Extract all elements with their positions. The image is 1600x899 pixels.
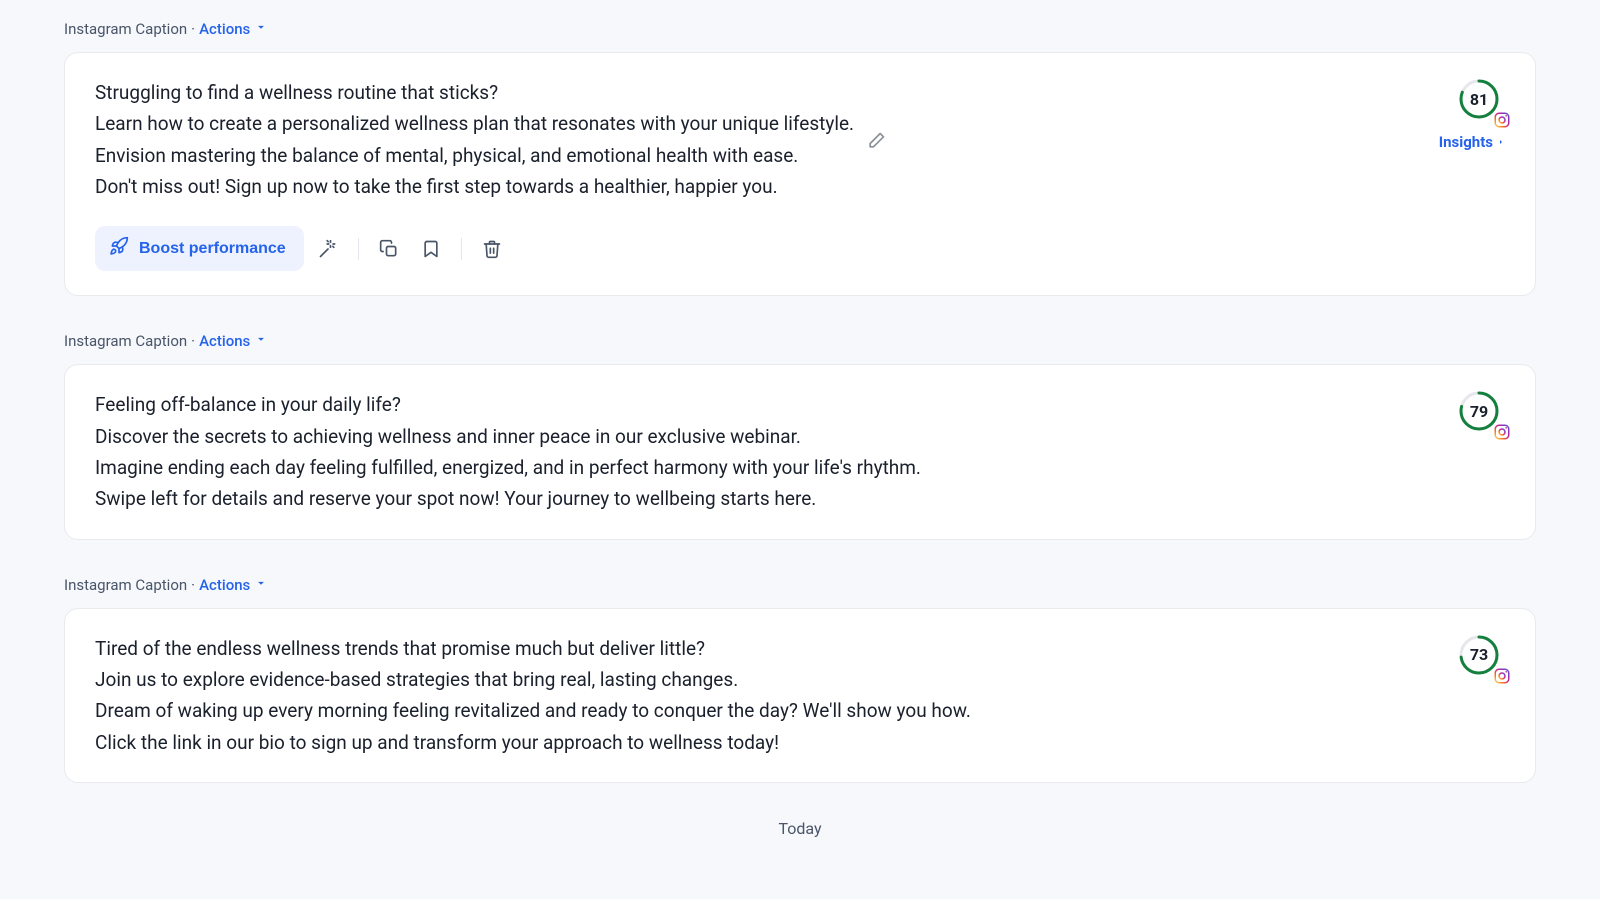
rocket-icon bbox=[109, 236, 129, 261]
caption-type-label: Instagram Caption bbox=[64, 576, 187, 594]
caption-line: Click the link in our bio to sign up and… bbox=[95, 727, 971, 758]
caption-text: Struggling to find a wellness routine th… bbox=[95, 77, 854, 202]
score-area: 79 bbox=[1457, 389, 1505, 437]
wand-icon[interactable] bbox=[310, 231, 346, 267]
caption-text: Feeling off-balance in your daily life?D… bbox=[95, 389, 921, 514]
caption-block: Instagram Caption · Actions Feeling off-b… bbox=[64, 332, 1536, 539]
separator-dot: · bbox=[191, 332, 195, 350]
caption-text: Tired of the endless wellness trends tha… bbox=[95, 633, 971, 758]
score-ring: 79 bbox=[1457, 389, 1505, 437]
caption-card: Tired of the endless wellness trends tha… bbox=[64, 608, 1536, 783]
separator-dot: · bbox=[191, 20, 195, 38]
edit-icon[interactable] bbox=[866, 129, 886, 160]
caption-line: Envision mastering the balance of mental… bbox=[95, 140, 854, 171]
caption-type-label: Instagram Caption bbox=[64, 332, 187, 350]
caption-line: Struggling to find a wellness routine th… bbox=[95, 77, 854, 108]
actions-label: Actions bbox=[199, 576, 250, 594]
caption-line: Swipe left for details and reserve your … bbox=[95, 483, 921, 514]
actions-dropdown[interactable]: Actions bbox=[199, 20, 268, 38]
caption-line: Feeling off-balance in your daily life? bbox=[95, 389, 921, 420]
copy-icon[interactable] bbox=[371, 231, 407, 267]
score-ring: 81 bbox=[1457, 77, 1505, 125]
caption-header: Instagram Caption · Actions bbox=[64, 20, 1536, 38]
caption-header: Instagram Caption · Actions bbox=[64, 576, 1536, 594]
trash-icon[interactable] bbox=[474, 231, 510, 267]
date-divider-today: Today bbox=[64, 819, 1536, 838]
insights-label: Insights bbox=[1439, 133, 1493, 151]
chevron-right-icon bbox=[1497, 133, 1505, 151]
insights-link[interactable]: Insights bbox=[1439, 133, 1505, 151]
instagram-icon bbox=[1493, 111, 1511, 129]
score-area: 73 bbox=[1457, 633, 1505, 681]
caption-block: Instagram Caption · Actions Struggling to… bbox=[64, 20, 1536, 296]
caption-block: Instagram Caption · Actions Tired of the … bbox=[64, 576, 1536, 783]
caption-card: Struggling to find a wellness routine th… bbox=[64, 52, 1536, 296]
toolbar-separator bbox=[358, 238, 359, 260]
chevron-down-icon bbox=[254, 332, 268, 350]
instagram-icon bbox=[1493, 423, 1511, 441]
caption-line: Dream of waking up every morning feeling… bbox=[95, 695, 971, 726]
score-area: 81 Insights bbox=[1439, 77, 1505, 151]
caption-toolbar: Boost performance bbox=[95, 226, 1409, 271]
caption-header: Instagram Caption · Actions bbox=[64, 332, 1536, 350]
actions-label: Actions bbox=[199, 20, 250, 38]
caption-card: Feeling off-balance in your daily life?D… bbox=[64, 364, 1536, 539]
caption-line: Discover the secrets to achieving wellne… bbox=[95, 421, 921, 452]
chevron-down-icon bbox=[254, 20, 268, 38]
caption-type-label: Instagram Caption bbox=[64, 20, 187, 38]
actions-label: Actions bbox=[199, 332, 250, 350]
caption-line: Imagine ending each day feeling fulfille… bbox=[95, 452, 921, 483]
actions-dropdown[interactable]: Actions bbox=[199, 332, 268, 350]
boost-performance-button[interactable]: Boost performance bbox=[95, 226, 304, 271]
instagram-icon bbox=[1493, 667, 1511, 685]
chevron-down-icon bbox=[254, 576, 268, 594]
bookmark-icon[interactable] bbox=[413, 231, 449, 267]
boost-label: Boost performance bbox=[139, 240, 286, 258]
toolbar-separator bbox=[461, 238, 462, 260]
caption-line: Learn how to create a personalized welln… bbox=[95, 108, 854, 139]
caption-line: Join us to explore evidence-based strate… bbox=[95, 664, 971, 695]
actions-dropdown[interactable]: Actions bbox=[199, 576, 268, 594]
separator-dot: · bbox=[191, 576, 195, 594]
caption-line: Don't miss out! Sign up now to take the … bbox=[95, 171, 854, 202]
score-ring: 73 bbox=[1457, 633, 1505, 681]
caption-line: Tired of the endless wellness trends tha… bbox=[95, 633, 971, 664]
